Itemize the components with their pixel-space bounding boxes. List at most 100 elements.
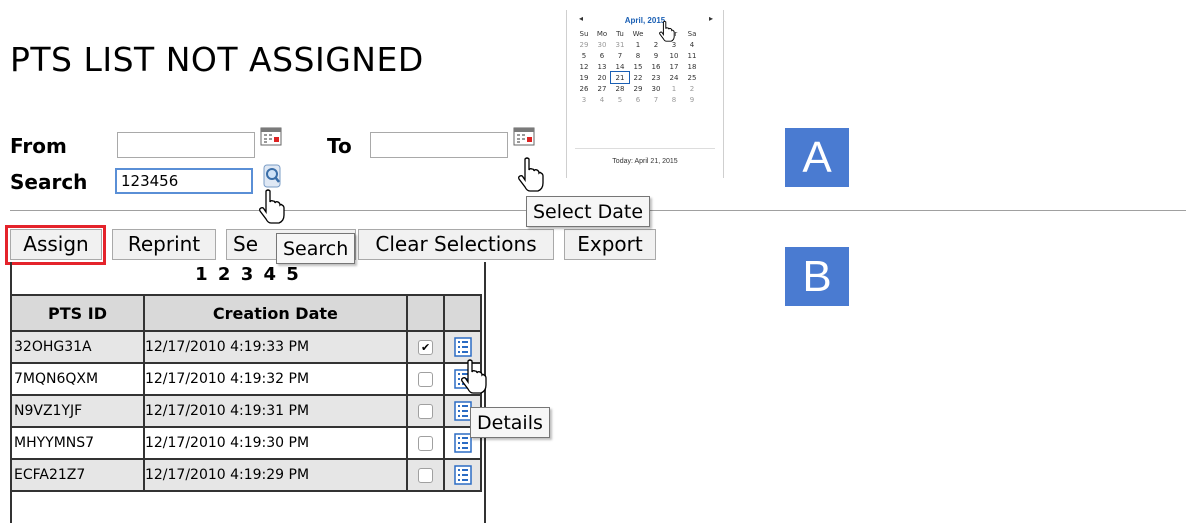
- calendar-day[interactable]: 11: [683, 50, 701, 61]
- calendar-day[interactable]: 15: [629, 61, 647, 72]
- calendar-day[interactable]: 19: [575, 72, 593, 83]
- row-select-checkbox[interactable]: [418, 403, 434, 419]
- details-list-icon[interactable]: [453, 433, 472, 453]
- calendar-day[interactable]: 20: [593, 72, 611, 83]
- table-row: 7MQN6QXM 12/17/2010 4:19:32 PM: [10, 362, 482, 396]
- details-tooltip: Details: [470, 407, 550, 438]
- page-title: PTS LIST NOT ASSIGNED: [10, 40, 424, 79]
- calendar-week-row: 29 30 31 1 2 3 4: [575, 39, 701, 50]
- calendar-day[interactable]: 8: [629, 50, 647, 61]
- calendar-day[interactable]: 10: [665, 50, 683, 61]
- calendar-day[interactable]: 16: [647, 61, 665, 72]
- from-label: From: [10, 134, 67, 158]
- calendar-week-row: 26 27 28 29 30 1 2: [575, 83, 701, 94]
- search-icon[interactable]: [262, 164, 284, 190]
- table-row: 32OHG31A 12/17/2010 4:19:33 PM ✔: [10, 330, 482, 364]
- calendar-day[interactable]: 25: [683, 72, 701, 83]
- calendar-day[interactable]: 17: [665, 61, 683, 72]
- calendar-day[interactable]: 26: [575, 83, 593, 94]
- calendar-day[interactable]: 9: [647, 50, 665, 61]
- hand-cursor-icon: [461, 359, 487, 394]
- row-select-checkbox[interactable]: [418, 467, 434, 483]
- calendar-day[interactable]: 21: [610, 71, 630, 84]
- pts-grid: 1 2 3 4 5 PTS ID Creation Date 32OHG31A 1…: [10, 262, 486, 523]
- calendar-day[interactable]: 12: [575, 61, 593, 72]
- row-select-checkbox[interactable]: [418, 371, 434, 387]
- calendar-day[interactable]: 8: [665, 94, 683, 105]
- calendar-day[interactable]: 4: [593, 94, 611, 105]
- calendar-day[interactable]: 24: [665, 72, 683, 83]
- badge-a: A: [785, 128, 849, 187]
- details-list-icon[interactable]: [453, 465, 472, 485]
- calendar-day[interactable]: 2: [683, 83, 701, 94]
- calendar-day[interactable]: 5: [611, 94, 629, 105]
- calendar-month-title[interactable]: April, 2015: [567, 16, 723, 25]
- export-button[interactable]: Export: [564, 229, 656, 260]
- to-calendar-icon[interactable]: [513, 126, 535, 146]
- calendar-day[interactable]: 13: [593, 61, 611, 72]
- table-row: MHYYMNS7 12/17/2010 4:19:30 PM: [10, 426, 482, 460]
- creation-date-cell: 12/17/2010 4:19:29 PM: [142, 458, 408, 492]
- table-row: N9VZ1YJF 12/17/2010 4:19:31 PM: [10, 394, 482, 428]
- reprint-button[interactable]: Reprint: [112, 229, 216, 260]
- assign-highlight-box: [5, 225, 106, 265]
- calendar-day[interactable]: 29: [575, 39, 593, 50]
- calendar-day[interactable]: 31: [611, 39, 629, 50]
- search-input[interactable]: [115, 168, 253, 194]
- pts-id-cell: 7MQN6QXM: [10, 362, 145, 396]
- from-calendar-icon[interactable]: [260, 126, 282, 146]
- calendar-day[interactable]: 18: [683, 61, 701, 72]
- calendar-day[interactable]: 27: [593, 83, 611, 94]
- table-row: ECFA21Z7 12/17/2010 4:19:29 PM: [10, 458, 482, 492]
- clear-selections-button[interactable]: Clear Selections: [358, 229, 554, 260]
- calendar-day[interactable]: 14: [611, 61, 629, 72]
- calendar-weekday: Sa: [687, 29, 697, 38]
- calendar-day[interactable]: 29: [629, 83, 647, 94]
- calendar-day[interactable]: 1: [629, 39, 647, 50]
- calendar-day[interactable]: 30: [593, 39, 611, 50]
- date-picker-calendar: ◂ April, 2015 ▸ SuMoTuWeFrSa293031123456…: [566, 10, 724, 178]
- calendar-day[interactable]: 4: [683, 39, 701, 50]
- pts-table: PTS ID Creation Date 32OHG31A 12/17/2010 …: [10, 294, 482, 492]
- select-cell: [405, 362, 446, 396]
- pts-id-cell: MHYYMNS7: [10, 426, 145, 460]
- calendar-day[interactable]: 6: [593, 50, 611, 61]
- calendar-day[interactable]: 6: [629, 94, 647, 105]
- details-list-icon[interactable]: [453, 401, 472, 421]
- calendar-day[interactable]: 30: [647, 83, 665, 94]
- calendar-day[interactable]: 7: [647, 94, 665, 105]
- calendar-week-row: 19 20 21 22 23 24 25: [575, 71, 701, 84]
- calendar-today-link[interactable]: Today: April 21, 2015: [567, 158, 723, 165]
- calendar-day[interactable]: 9: [683, 94, 701, 105]
- grid-pager[interactable]: 1 2 3 4 5: [12, 264, 484, 285]
- calendar-day[interactable]: 5: [575, 50, 593, 61]
- from-date-input[interactable]: [117, 132, 255, 158]
- calendar-weekday: Tu: [616, 29, 624, 38]
- select-cell: [405, 426, 446, 460]
- calendar-week-row: 5 6 7 8 9 10 11: [575, 50, 701, 61]
- pts-id-cell: 32OHG31A: [10, 330, 145, 364]
- badge-b: B: [785, 247, 849, 306]
- creation-date-cell: 12/17/2010 4:19:31 PM: [142, 394, 408, 428]
- calendar-grid: SuMoTuWeFrSa2930311234567891011121314151…: [575, 28, 701, 105]
- calendar-divider: [575, 148, 715, 149]
- calendar-next-month[interactable]: ▸: [709, 14, 713, 23]
- calendar-day[interactable]: 7: [611, 50, 629, 61]
- calendar-day[interactable]: 23: [647, 72, 665, 83]
- row-select-checkbox[interactable]: ✔: [418, 339, 434, 355]
- row-select-checkbox[interactable]: [418, 435, 434, 451]
- calendar-day[interactable]: 3: [575, 94, 593, 105]
- search-tooltip: Search: [276, 233, 356, 264]
- column-header-creation-date[interactable]: Creation Date: [142, 294, 408, 332]
- calendar-day[interactable]: 22: [629, 72, 647, 83]
- to-date-input[interactable]: [370, 132, 508, 158]
- column-header-pts-id[interactable]: PTS ID: [10, 294, 145, 332]
- pts-id-cell: N9VZ1YJF: [10, 394, 145, 428]
- hand-cursor-icon: [259, 189, 285, 224]
- calendar-week-row: 12 13 14 15 16 17 18: [575, 61, 701, 72]
- calendar-day[interactable]: 28: [611, 83, 629, 94]
- details-list-icon[interactable]: [453, 337, 472, 357]
- calendar-day[interactable]: 1: [665, 83, 683, 94]
- creation-date-cell: 12/17/2010 4:19:32 PM: [142, 362, 408, 396]
- to-label: To: [327, 134, 352, 158]
